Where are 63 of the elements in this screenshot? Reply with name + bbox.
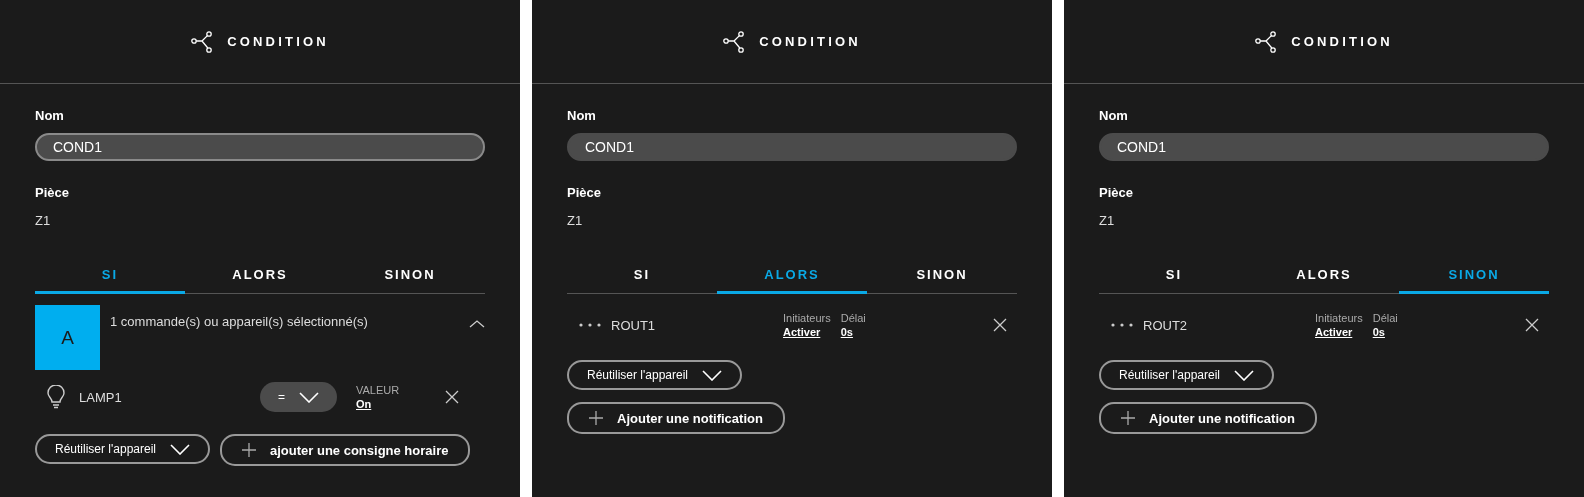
chevron-down-icon bbox=[702, 369, 722, 381]
field-label: Nom bbox=[567, 108, 597, 123]
close-icon[interactable] bbox=[1525, 318, 1539, 332]
tab[interactable]: SI bbox=[567, 258, 717, 294]
value-link[interactable]: On bbox=[356, 398, 440, 410]
panel-title: CONDITION bbox=[227, 34, 329, 49]
action-name: ROUT2 bbox=[1143, 317, 1189, 333]
field-label: Pièce bbox=[567, 185, 602, 200]
delay-link[interactable]: 0s bbox=[1372, 326, 1431, 338]
value-label: VALEUR bbox=[356, 384, 401, 396]
plus-icon bbox=[242, 443, 256, 457]
tab[interactable]: SINON bbox=[335, 258, 485, 294]
plus-icon bbox=[1121, 411, 1135, 425]
initiators-link[interactable]: Activer bbox=[783, 326, 831, 338]
tab[interactable]: SINON bbox=[867, 258, 1017, 294]
branch-icon bbox=[191, 30, 214, 53]
tab[interactable]: ALORS bbox=[717, 258, 867, 294]
light-bulb-icon bbox=[47, 385, 65, 409]
field-label: Pièce bbox=[35, 185, 70, 200]
add-notification-button[interactable]: Ajouter une notification bbox=[567, 402, 785, 434]
panel-title: CONDITION bbox=[1291, 34, 1393, 49]
panel-title: CONDITION bbox=[759, 34, 861, 49]
delay-link[interactable]: 0s bbox=[840, 326, 899, 338]
add-button[interactable]: ajouter une consigne horaire bbox=[220, 434, 471, 466]
tab[interactable]: SINON bbox=[1399, 258, 1549, 294]
selection-summary: 1 commande(s) ou appareil(s) sélectionné(s) bbox=[110, 314, 369, 329]
chevron-icon[interactable] bbox=[469, 319, 485, 329]
device-name: LAMP1 bbox=[79, 389, 123, 405]
field-label: Nom bbox=[35, 108, 65, 123]
operator-dropdown[interactable]: = bbox=[260, 382, 337, 412]
branch-icon bbox=[723, 30, 746, 53]
add-notification-button[interactable]: Ajouter une notification bbox=[1099, 402, 1317, 434]
tab[interactable]: SI bbox=[1099, 258, 1249, 294]
room-value: Z1 bbox=[1099, 213, 1116, 228]
more-icon[interactable] bbox=[579, 323, 601, 327]
delay-label: Délai bbox=[840, 312, 867, 324]
more-icon[interactable] bbox=[1111, 323, 1133, 327]
room-value: Z1 bbox=[567, 213, 584, 228]
reuse-device-button[interactable]: Réutiliser l'appareil bbox=[567, 360, 742, 390]
action-name: ROUT1 bbox=[611, 317, 657, 333]
field-label: Pièce bbox=[1099, 185, 1134, 200]
chevron-down-icon bbox=[299, 391, 319, 403]
name-field[interactable]: COND1 bbox=[567, 133, 1017, 161]
branch-icon bbox=[1255, 30, 1278, 53]
chevron-down-icon bbox=[1234, 369, 1254, 381]
close-icon[interactable] bbox=[445, 390, 459, 404]
close-icon[interactable] bbox=[993, 318, 1007, 332]
reuse-device-button[interactable]: Réutiliser l'appareil bbox=[35, 434, 210, 464]
tab[interactable]: SI bbox=[35, 258, 185, 294]
name-field[interactable]: COND1 bbox=[35, 133, 485, 161]
name-field[interactable]: COND1 bbox=[1099, 133, 1549, 161]
initiators-label: Initiateurs bbox=[783, 312, 831, 324]
initiators-link[interactable]: Activer bbox=[1315, 326, 1363, 338]
avatar: A bbox=[35, 305, 100, 370]
field-label: Nom bbox=[1099, 108, 1129, 123]
room-value: Z1 bbox=[35, 213, 52, 228]
chevron-down-icon bbox=[170, 443, 190, 455]
reuse-device-button[interactable]: Réutiliser l'appareil bbox=[1099, 360, 1274, 390]
initiators-label: Initiateurs bbox=[1315, 312, 1363, 324]
delay-label: Délai bbox=[1372, 312, 1399, 324]
tab[interactable]: ALORS bbox=[1249, 258, 1399, 294]
tab[interactable]: ALORS bbox=[185, 258, 335, 294]
plus-icon bbox=[589, 411, 603, 425]
